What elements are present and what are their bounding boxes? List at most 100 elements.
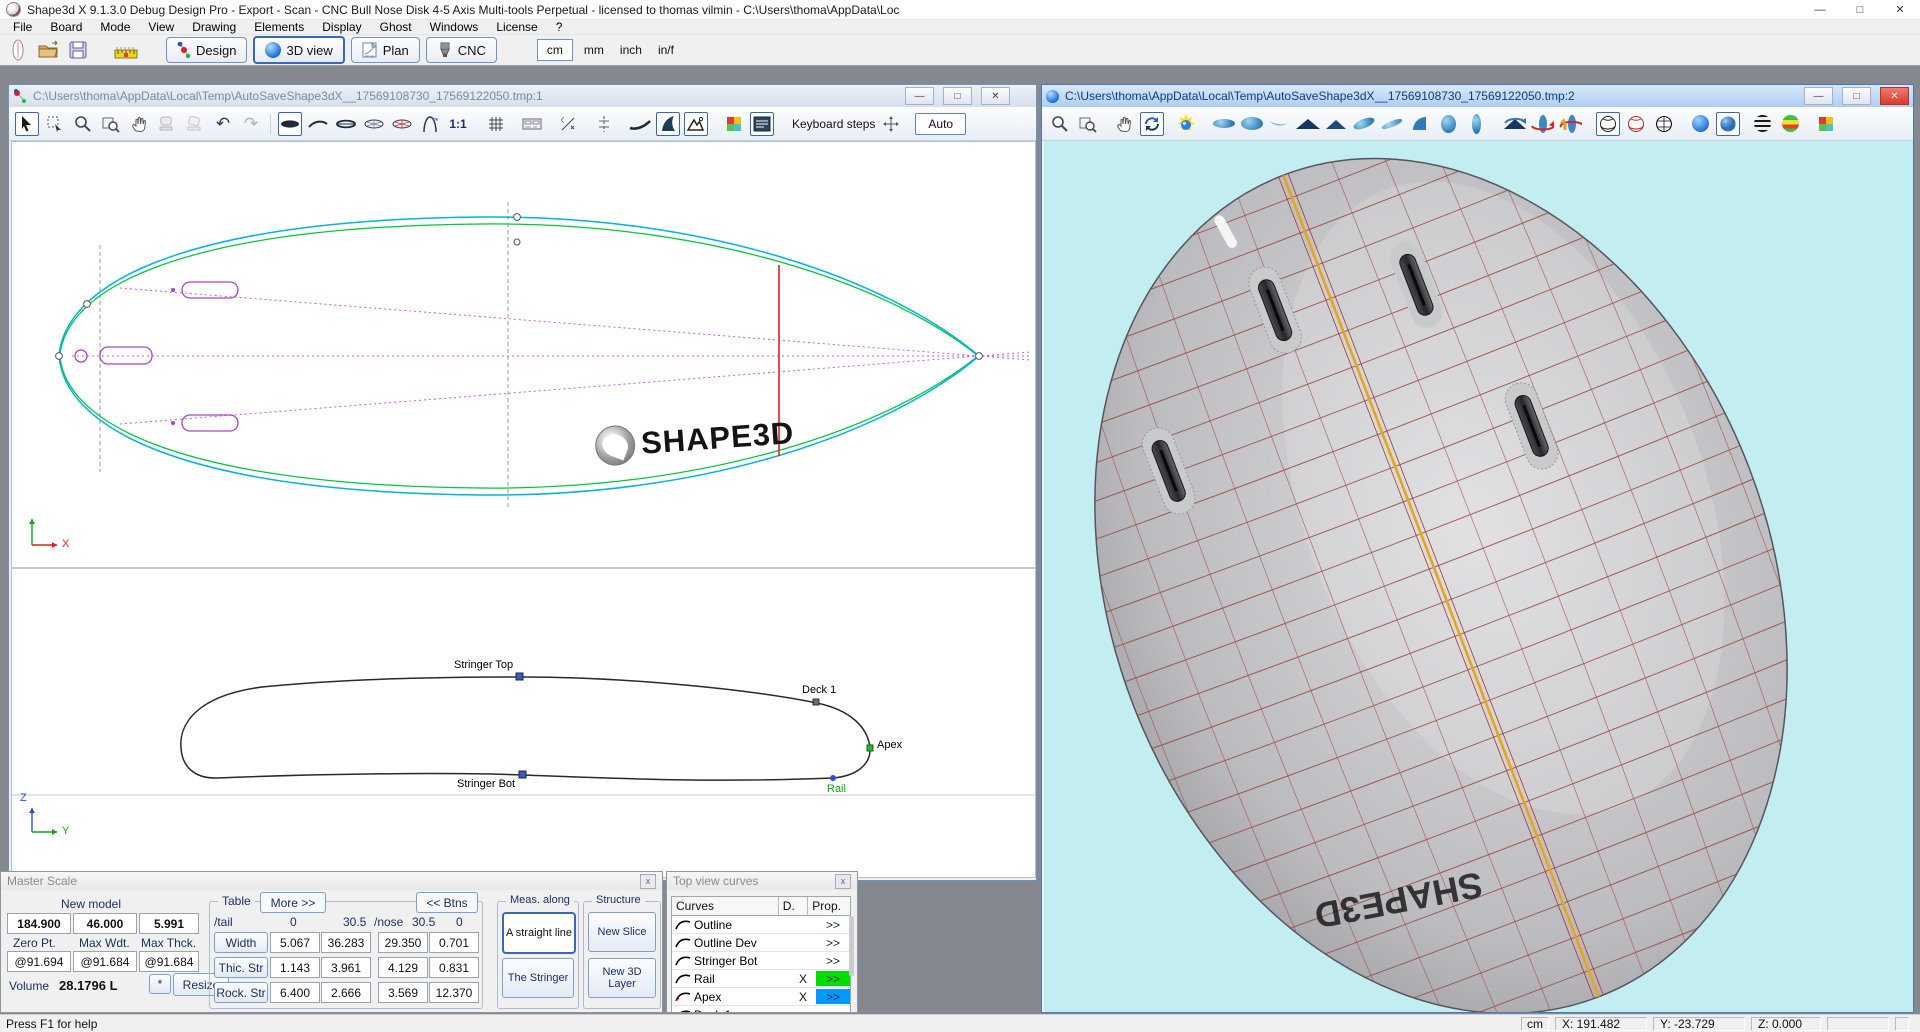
width-value[interactable]: 46.000	[73, 913, 137, 934]
view3d-minimize-button[interactable]: —	[1804, 87, 1833, 105]
max-thck-value[interactable]: @91.684	[139, 951, 199, 972]
unit-inch[interactable]: inch	[615, 43, 647, 57]
rail-curve-icon[interactable]	[628, 112, 652, 136]
btns-button[interactable]: << Btns	[416, 892, 478, 913]
prop-button[interactable]: >>	[816, 989, 850, 1004]
thic-v2[interactable]: 4.129	[378, 957, 428, 978]
new-3d-layer-button[interactable]: New 3D Layer	[588, 958, 656, 998]
max-wdt-value[interactable]: @91.684	[73, 951, 137, 972]
cnc-button[interactable]: CNC	[426, 37, 497, 63]
thickness-value[interactable]: 5.991	[139, 913, 199, 934]
minimize-button[interactable]: —	[1800, 0, 1840, 20]
outline-view-icon[interactable]	[278, 112, 302, 136]
angle-measure-icon[interactable]	[684, 112, 708, 136]
design-close-button[interactable]: ✕	[981, 87, 1010, 105]
more-button[interactable]: More >>	[260, 892, 326, 913]
curve-row-stringer-bot[interactable]: Stringer Bot >>	[672, 952, 850, 970]
view-vertical-icon[interactable]	[1464, 112, 1488, 136]
length-value[interactable]: 184.900	[7, 913, 71, 934]
close-button[interactable]: ✕	[1880, 0, 1920, 20]
rock-v2[interactable]: 3.569	[378, 982, 428, 1003]
design-maximize-button[interactable]: □	[943, 87, 972, 105]
render-stripes-color-icon[interactable]	[1778, 112, 1802, 136]
new-board-icon[interactable]	[6, 38, 30, 62]
3d-view-button[interactable]: 3D view	[253, 36, 344, 64]
menu-windows[interactable]: Windows	[421, 20, 488, 35]
color-squares-icon[interactable]	[1814, 112, 1838, 136]
view-front-icon[interactable]	[1296, 112, 1320, 136]
menu-help[interactable]: ?	[547, 20, 572, 35]
curves-panel-titlebar[interactable]: Top view curves x	[667, 872, 857, 890]
prop-button[interactable]: >>	[816, 953, 850, 968]
menu-view[interactable]: View	[139, 20, 183, 35]
render-textured-icon[interactable]	[1716, 112, 1740, 136]
star-button[interactable]: *	[149, 974, 171, 994]
view3d-maximize-button[interactable]: □	[1842, 87, 1871, 105]
design-minimize-button[interactable]: —	[905, 87, 934, 105]
curves-scrollbar[interactable]	[849, 916, 854, 976]
render-solid-icon[interactable]	[1688, 112, 1712, 136]
rock-v1[interactable]: 2.666	[321, 982, 371, 1003]
menu-display[interactable]: Display	[313, 20, 370, 35]
curve-row-apex[interactable]: Apex X >>	[672, 988, 850, 1006]
view3d-window-titlebar[interactable]: C:\Users\thoma\AppData\Local\Temp\AutoSa…	[1042, 85, 1913, 107]
maximize-button[interactable]: □	[1840, 0, 1880, 20]
master-scale-close-icon[interactable]: x	[640, 874, 656, 889]
rotate-yaw-icon[interactable]	[1530, 112, 1554, 136]
thic-str-row-button[interactable]: Thic. Str	[214, 957, 268, 978]
move-cross-icon[interactable]	[879, 112, 903, 136]
slice-view-icon[interactable]	[362, 112, 386, 136]
render-stripes-bw-icon[interactable]	[1750, 112, 1774, 136]
rock-v3[interactable]: 12.370	[429, 982, 479, 1003]
slice-dev-view-icon[interactable]	[390, 112, 414, 136]
view-tilt-icon[interactable]	[1352, 112, 1376, 136]
width-v1[interactable]: 36.283	[321, 932, 371, 953]
select-arrow-icon[interactable]	[15, 112, 39, 136]
unit-inf[interactable]: in/f	[653, 43, 679, 57]
grid-icon[interactable]	[484, 112, 508, 136]
prop-button[interactable]: >>	[816, 1007, 850, 1013]
view-bottom-icon[interactable]	[1240, 112, 1264, 136]
prop-button[interactable]: >>	[816, 917, 850, 932]
rock-v0[interactable]: 6.400	[270, 982, 320, 1003]
zoom-window-icon[interactable]	[1076, 112, 1100, 136]
zoom-window-icon[interactable]	[99, 112, 123, 136]
design-button[interactable]: Design	[166, 37, 247, 63]
measure-icon[interactable]	[556, 112, 580, 136]
view3d-close-button[interactable]: ✕	[1880, 87, 1909, 105]
zero-pt-value[interactable]: @91.694	[7, 951, 71, 972]
menu-board[interactable]: Board	[41, 20, 91, 35]
width-v2[interactable]: 29.350	[378, 932, 428, 953]
one-to-one[interactable]: 1:1	[446, 112, 470, 136]
unit-mm[interactable]: mm	[579, 43, 609, 57]
menu-file[interactable]: File	[4, 20, 41, 35]
unit-cm[interactable]: cm	[537, 39, 573, 61]
fin-view-icon[interactable]	[656, 112, 680, 136]
marquee-select-icon[interactable]	[43, 112, 67, 136]
prop-button[interactable]: >>	[816, 935, 850, 950]
design-canvas[interactable]: SHAPE3D Stringer Top Deck 1 Apex Rail St…	[11, 141, 1036, 878]
plan-button[interactable]: Plan	[351, 37, 420, 63]
render-wire-red-icon[interactable]	[1624, 112, 1648, 136]
menu-elements[interactable]: Elements	[245, 20, 313, 35]
view-tilt-thin-icon[interactable]	[1380, 112, 1404, 136]
render-wire-white-icon[interactable]	[1596, 112, 1620, 136]
curve-row-deck1[interactable]: Deck 1 >>	[672, 1006, 850, 1013]
properties-panel-icon[interactable]	[750, 112, 774, 136]
pan-hand-icon[interactable]	[127, 112, 151, 136]
view-top-icon[interactable]	[1212, 112, 1236, 136]
thic-v1[interactable]: 3.961	[321, 957, 371, 978]
auto-button[interactable]: Auto	[915, 113, 966, 135]
rotate-flip-icon[interactable]	[1558, 112, 1582, 136]
curve-row-outline-dev[interactable]: Outline Dev >>	[672, 934, 850, 952]
color-squares-icon[interactable]	[722, 112, 746, 136]
zoom-icon[interactable]	[1048, 112, 1072, 136]
view-round-icon[interactable]	[1436, 112, 1460, 136]
render-mesh-icon[interactable]	[1652, 112, 1676, 136]
width-row-button[interactable]: Width	[214, 932, 268, 953]
prop-button[interactable]: >>	[816, 971, 850, 986]
arch-reset-icon[interactable]	[418, 112, 442, 136]
rotate-3d-icon[interactable]	[1140, 112, 1164, 136]
master-scale-titlebar[interactable]: Master Scale x	[1, 872, 662, 890]
design-window-titlebar[interactable]: C:\Users\thoma\AppData\Local\Temp\AutoSa…	[9, 85, 1036, 107]
